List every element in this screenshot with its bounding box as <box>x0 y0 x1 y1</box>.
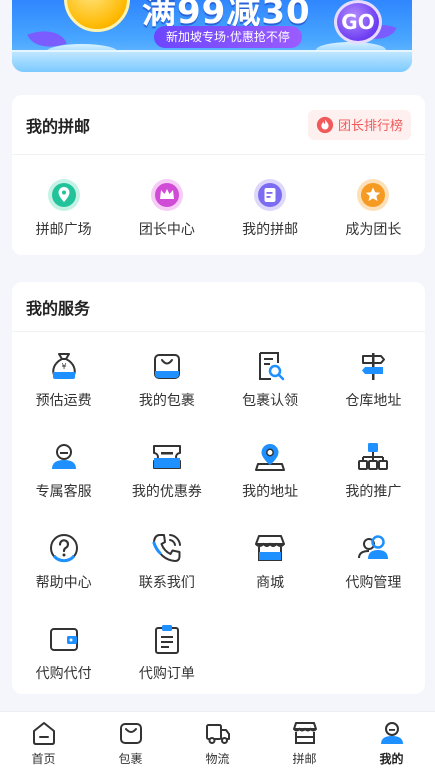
service-item-my-coupons[interactable]: 我的优惠券 <box>115 423 218 514</box>
store-icon <box>255 535 286 561</box>
service-item-parcel-claim[interactable]: 包裹认领 <box>219 332 322 423</box>
pinyou-card: 我的拼邮 团长排行榜 拼邮广场 团长中心 我的拼邮 成为团长 <box>12 95 425 255</box>
nav-item-pinyou[interactable]: 拼邮 <box>261 712 348 775</box>
service-item-label: 专属客服 <box>35 484 92 500</box>
pinyou-title: 我的拼邮 <box>26 116 91 136</box>
truck-icon <box>205 724 230 744</box>
service-item-label: 我的优惠券 <box>131 484 202 500</box>
home-icon <box>32 722 55 745</box>
nav-label: 包裹 <box>118 752 143 766</box>
service-item-proxy-pay[interactable]: 代购代付 <box>12 605 115 696</box>
service-item-my-parcels[interactable]: 我的包裹 <box>115 332 218 423</box>
leader-rank-button[interactable]: 团长排行榜 <box>307 109 411 140</box>
service-item-label: 代购订单 <box>138 666 195 682</box>
services-title: 我的服务 <box>26 298 91 318</box>
go-badge[interactable]: GO <box>334 0 382 44</box>
nav-item-mine[interactable]: 我的 <box>348 712 435 775</box>
service-item-proxy-management[interactable]: 代购管理 <box>322 514 425 605</box>
service-item-label: 我的包裹 <box>138 393 195 409</box>
profile-icon <box>380 722 403 744</box>
service-item-label: 帮助中心 <box>35 575 92 591</box>
coupon-icon <box>152 445 181 469</box>
promo-banner[interactable]: 满99减30 新加坡专场·优惠抢不停 GO <box>12 0 412 72</box>
bottom-navigation: 首页 包裹 物流 拼邮 我的 <box>0 711 435 775</box>
nav-item-logistics[interactable]: 物流 <box>174 712 261 775</box>
banner-platform <box>12 50 412 72</box>
phone-icon <box>152 534 181 562</box>
service-item-label: 预估运费 <box>35 393 92 409</box>
pinyou-item-my-pinyou[interactable]: 我的拼邮 <box>219 155 322 253</box>
service-item-mall[interactable]: 商城 <box>219 514 322 605</box>
pinyou-item-label: 拼邮广场 <box>35 222 92 238</box>
svg-text:¥: ¥ <box>61 362 66 371</box>
service-item-my-address[interactable]: 我的地址 <box>219 423 322 514</box>
help-icon <box>49 534 78 563</box>
leader-rank-label: 团长排行榜 <box>337 119 403 134</box>
banner-subtitle: 新加坡专场·优惠抢不停 <box>154 26 302 48</box>
service-item-label: 代购代付 <box>35 666 92 682</box>
pinyou-item-become-leader[interactable]: 成为团长 <box>322 155 425 253</box>
pinyou-item-label: 成为团长 <box>345 222 402 238</box>
nav-label: 我的 <box>379 752 404 766</box>
service-item-warehouse-address[interactable]: 仓库地址 <box>322 332 425 423</box>
services-header: 我的服务 <box>12 282 425 332</box>
pinyou-item-label: 我的拼邮 <box>242 222 299 238</box>
order-clipboard-icon <box>154 625 179 654</box>
service-item-my-promotion[interactable]: 我的推广 <box>322 423 425 514</box>
shop-icon <box>292 722 317 744</box>
document-icon <box>254 179 287 211</box>
pinyou-grid: 拼邮广场 团长中心 我的拼邮 成为团长 <box>12 155 425 253</box>
service-item-label: 仓库地址 <box>345 393 402 409</box>
users-icon <box>358 535 389 559</box>
service-item-contact-us[interactable]: 联系我们 <box>115 514 218 605</box>
nav-item-home[interactable]: 首页 <box>0 712 87 775</box>
service-item-customer-service[interactable]: 专属客服 <box>12 423 115 514</box>
location-pin-icon <box>47 179 80 211</box>
service-item-shipping-estimate[interactable]: ¥ 预估运费 <box>12 332 115 423</box>
service-item-label: 包裹认领 <box>242 393 299 409</box>
service-item-label: 代购管理 <box>345 575 402 591</box>
star-icon <box>357 179 390 211</box>
crown-icon <box>150 179 183 211</box>
pinyou-header: 我的拼邮 团长排行榜 <box>12 95 425 155</box>
coin-decoration <box>64 0 130 32</box>
service-item-label: 我的地址 <box>242 484 299 500</box>
nav-label: 物流 <box>205 752 230 766</box>
signpost-icon <box>362 353 386 380</box>
flame-icon <box>316 116 334 133</box>
package-icon <box>119 723 142 744</box>
service-item-label: 我的推广 <box>345 484 402 500</box>
address-pin-icon <box>255 444 286 471</box>
pinyou-item-square[interactable]: 拼邮广场 <box>12 155 115 253</box>
money-bag-icon: ¥ <box>51 353 76 379</box>
service-agent-icon <box>51 444 76 469</box>
nav-label: 首页 <box>31 752 56 766</box>
services-grid: ¥ 预估运费 我的包裹 包裹认领 仓库地址 专属客服 我的优惠券 我的地址 我的… <box>12 332 425 696</box>
service-item-help-center[interactable]: 帮助中心 <box>12 514 115 605</box>
hierarchy-icon <box>358 443 389 470</box>
services-card: 我的服务 ¥ 预估运费 我的包裹 包裹认领 仓库地址 专属客服 我的优惠券 我的… <box>12 282 425 694</box>
pinyou-item-leader-center[interactable]: 团长中心 <box>115 155 218 253</box>
nav-label: 拼邮 <box>292 752 317 766</box>
service-item-proxy-orders[interactable]: 代购订单 <box>115 605 218 696</box>
pinyou-item-label: 团长中心 <box>138 222 195 238</box>
service-item-label: 联系我们 <box>138 575 195 591</box>
wallet-icon <box>49 628 78 651</box>
bag-icon <box>153 354 180 379</box>
service-item-label: 商城 <box>256 575 285 591</box>
nav-item-package[interactable]: 包裹 <box>87 712 174 775</box>
claim-document-icon <box>259 352 285 381</box>
